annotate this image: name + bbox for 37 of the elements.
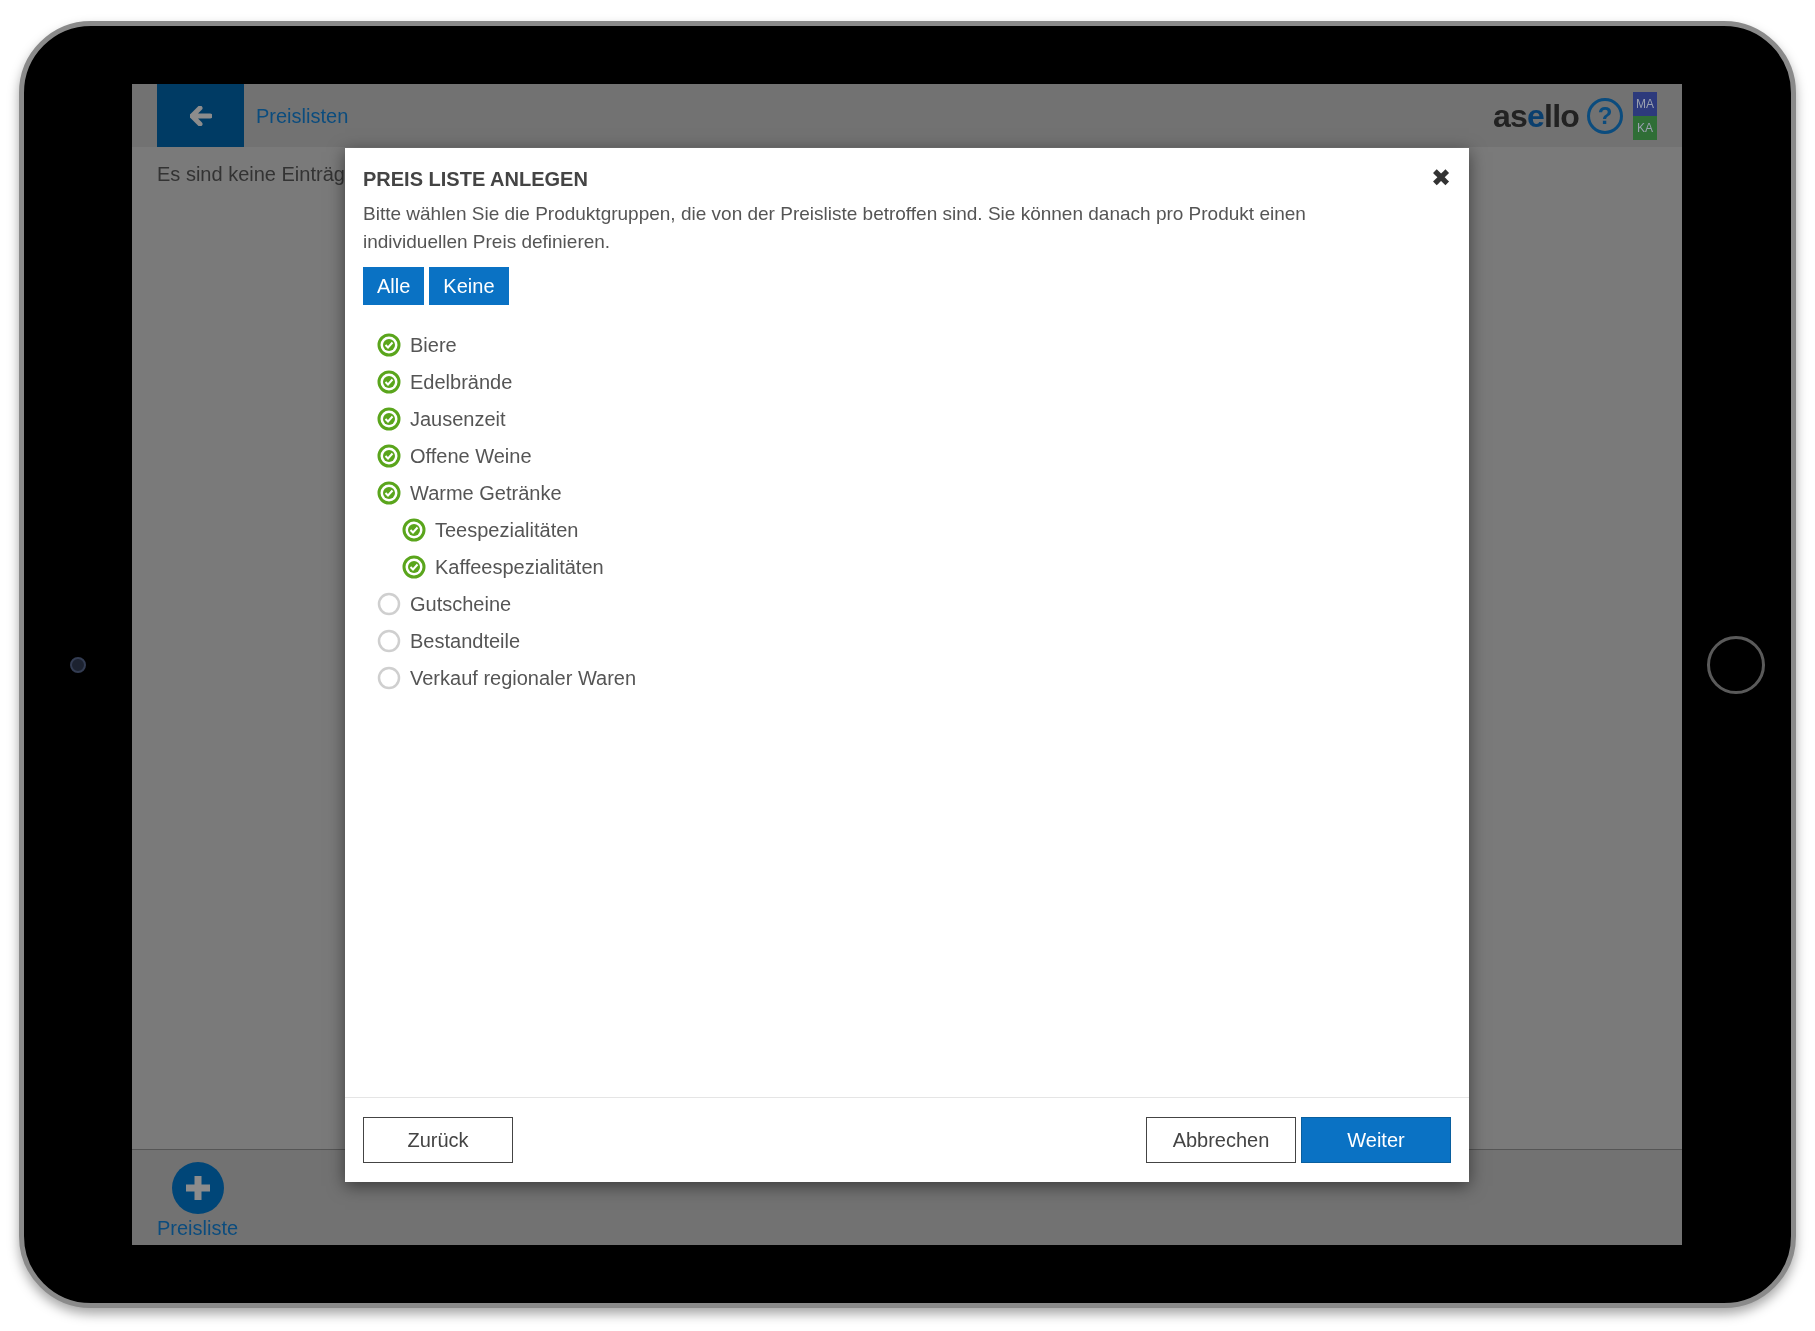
camera-icon (70, 656, 86, 673)
group-label[interactable]: Jausenzeit (410, 403, 506, 434)
logo: asello (1493, 96, 1579, 136)
group-label[interactable]: Biere (410, 329, 457, 360)
back-button[interactable] (157, 84, 244, 147)
empty-message: Es sind keine Einträg (157, 162, 345, 187)
group-label[interactable]: Offene Weine (410, 440, 532, 471)
home-button[interactable] (1707, 635, 1765, 694)
checked-circle-icon[interactable] (377, 406, 401, 431)
page-title: Preislisten (256, 103, 349, 129)
checked-circle-icon[interactable] (377, 480, 401, 505)
empty-circle-icon[interactable] (377, 665, 401, 690)
checked-circle-icon[interactable] (377, 443, 401, 468)
empty-circle-icon[interactable] (377, 628, 401, 653)
cancel-button[interactable]: Abbrechen (1146, 1117, 1296, 1163)
checked-circle-icon[interactable] (402, 517, 426, 542)
group-label[interactable]: Gutscheine (410, 588, 512, 619)
add-icon (171, 1162, 224, 1214)
group-label[interactable]: Edelbrände (410, 366, 513, 397)
select-none-button[interactable]: Keine (429, 267, 509, 305)
back-arrow-icon (189, 105, 212, 126)
back-step-button[interactable]: Zurück (363, 1117, 513, 1163)
next-button[interactable]: Weiter (1301, 1117, 1451, 1163)
group-label[interactable]: Warme Getränke (410, 477, 562, 508)
user-badge[interactable]: MA (1633, 91, 1657, 116)
select-all-button[interactable]: Alle (363, 267, 425, 305)
close-button[interactable]: ✖ (1431, 166, 1451, 190)
instruction-text: Bitte wählen Sie die Produktgruppen, die von der Preisliste betroffen sind. Sie können danach pro Produkt einen individuellen Preis definieren. (363, 202, 1307, 254)
group-label[interactable]: Verkauf regionaler Waren (410, 662, 637, 693)
checked-circle-icon[interactable] (377, 369, 401, 394)
checked-circle-icon[interactable] (377, 332, 401, 357)
dialog-title: PREIS LISTE ANLEGEN (363, 167, 588, 192)
group-label[interactable]: Teespezialitäten (435, 514, 579, 545)
group-label[interactable]: Bestandteile (410, 625, 521, 656)
empty-circle-icon[interactable] (377, 591, 401, 616)
checked-circle-icon[interactable] (402, 554, 426, 579)
group-label[interactable]: Kaffeespezialitäten (435, 551, 604, 582)
